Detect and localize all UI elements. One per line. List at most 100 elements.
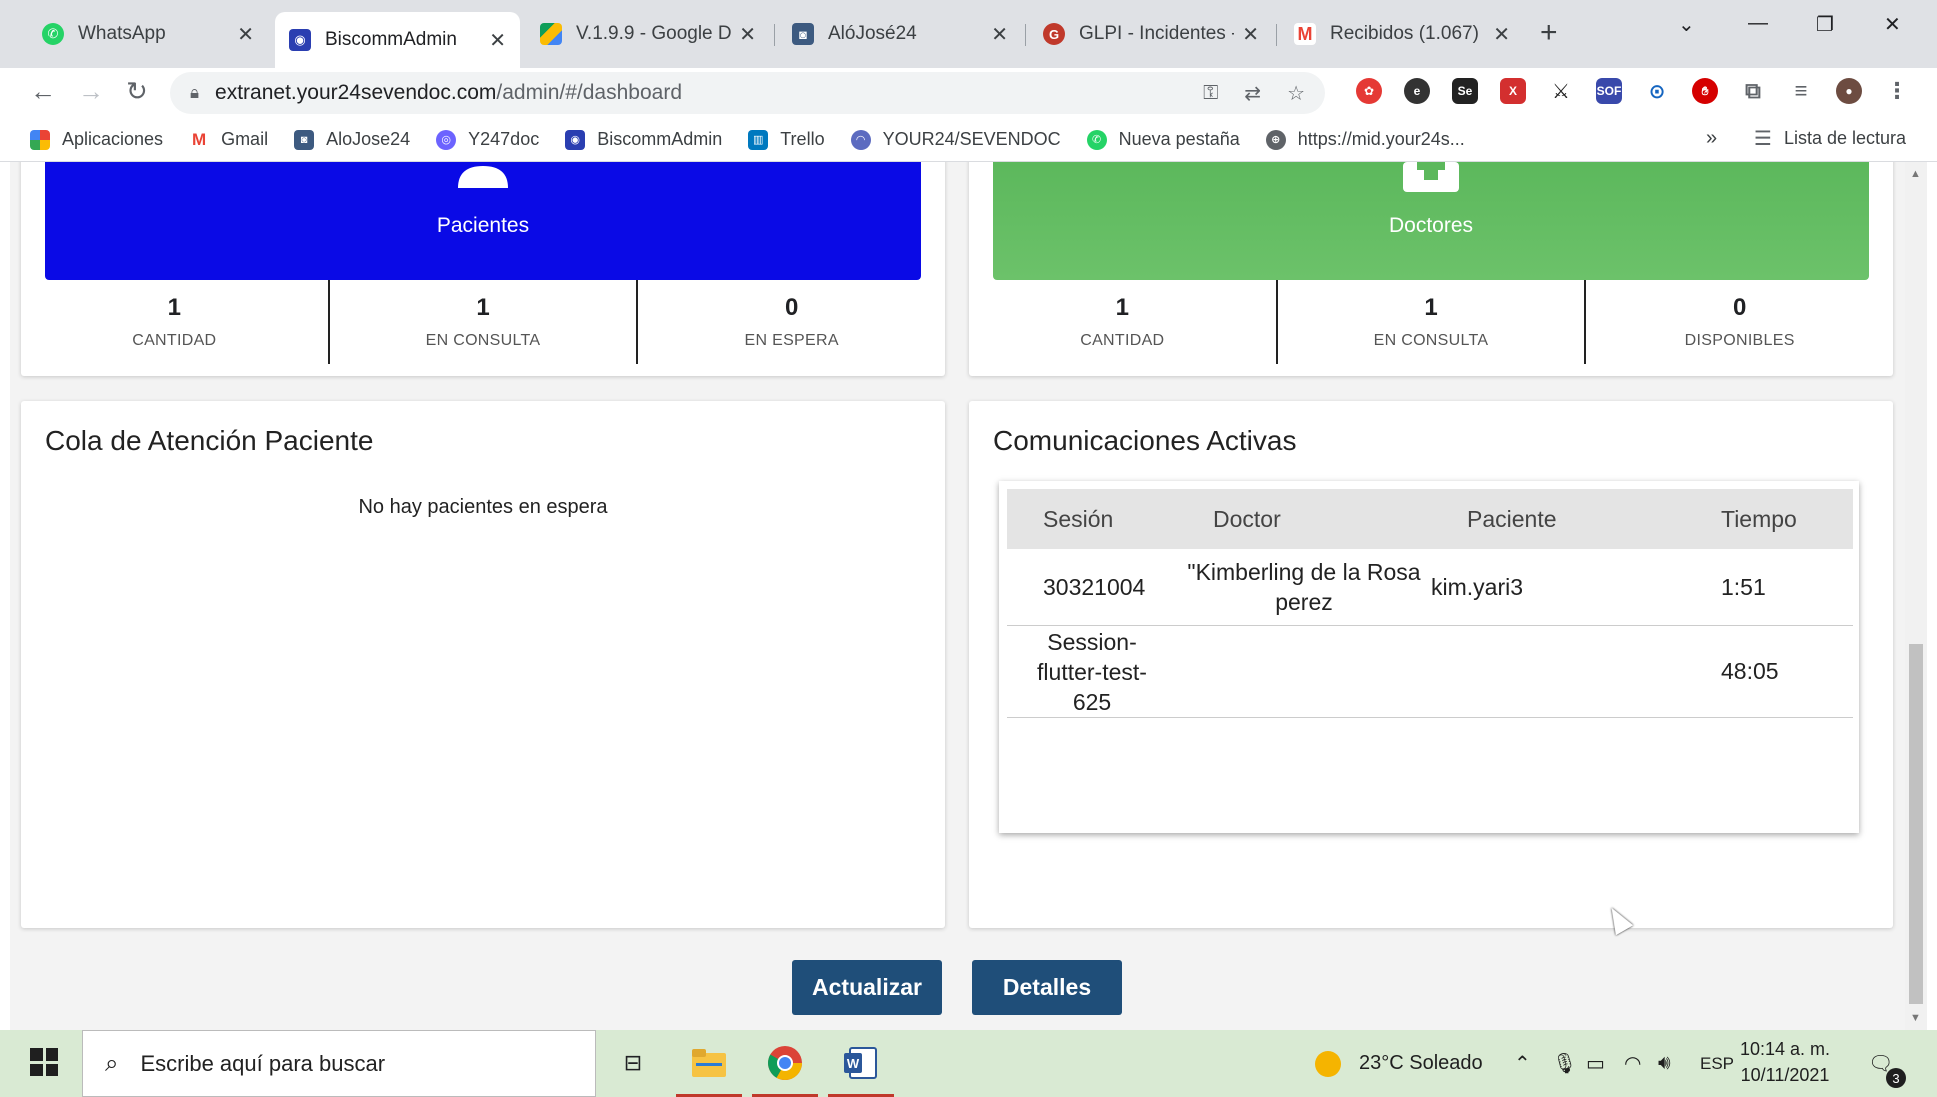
close-icon[interactable]: ✕ xyxy=(991,22,1008,47)
scroll-up-icon[interactable]: ▲ xyxy=(1910,168,1921,180)
close-window-button[interactable]: ✕ xyxy=(1884,12,1901,37)
table-row[interactable]: 30321004 "Kimberling de la Rosa perez ki… xyxy=(1007,549,1853,626)
column-header-session[interactable]: Sesión xyxy=(1007,489,1177,549)
wifi-icon[interactable]: ◠ xyxy=(1624,1030,1641,1097)
refresh-button[interactable]: Actualizar xyxy=(792,960,942,1015)
weather-widget[interactable]: 23°C Soleado xyxy=(1315,1030,1483,1097)
stat-en-consulta: 1 EN CONSULTA xyxy=(1275,280,1585,364)
input-language-indicator[interactable]: ESP xyxy=(1700,1030,1734,1097)
patients-stats: 1 CANTIDAD 1 EN CONSULTA 0 EN ESPERA xyxy=(21,280,945,364)
column-header-patient[interactable]: Paciente xyxy=(1431,489,1685,549)
stat-en-espera: 0 EN ESPERA xyxy=(636,280,945,364)
cell-doctor xyxy=(1177,625,1431,718)
tab-biscommadmin[interactable]: ◉ BiscommAdmin ✕ xyxy=(275,12,520,68)
new-tab-button[interactable]: + xyxy=(1540,16,1558,50)
maximize-button[interactable]: ❐ xyxy=(1816,12,1834,37)
chrome-icon[interactable] xyxy=(752,1042,818,1097)
tab-search-icon[interactable]: ⌄ xyxy=(1678,12,1695,37)
tab-google-drive[interactable]: V.1.9.9 - Google Dri ✕ xyxy=(526,12,770,56)
forward-arrow-icon[interactable]: → xyxy=(78,76,104,107)
back-arrow-icon[interactable]: ← xyxy=(30,76,56,107)
whatsapp-icon: ✆ xyxy=(1086,129,1107,150)
bookmark-star-icon[interactable]: ☆ xyxy=(1287,81,1305,106)
extension-icon[interactable]: ⊙ xyxy=(1644,78,1670,104)
bookmarks-overflow-chevron-icon[interactable]: » xyxy=(1706,127,1717,150)
doctors-summary-card: Doctores 1 CANTIDAD 1 EN CONSULTA 0 DISP… xyxy=(969,162,1893,376)
bookmark-trello[interactable]: ▥ Trello xyxy=(748,129,825,150)
extension-icon[interactable]: X xyxy=(1500,78,1526,104)
battery-icon[interactable]: ▭ xyxy=(1586,1030,1605,1097)
extension-icon[interactable]: Se xyxy=(1452,78,1478,104)
column-header-time[interactable]: Tiempo xyxy=(1685,489,1853,549)
bookmark-gmail[interactable]: M Gmail xyxy=(189,129,268,150)
bookmark-nueva-pestana[interactable]: ✆ Nueva pestaña xyxy=(1086,129,1240,150)
taskbar-search-placeholder: Escribe aquí para buscar xyxy=(140,1050,386,1076)
close-icon[interactable]: ✕ xyxy=(489,28,506,53)
tab-separator xyxy=(774,24,775,46)
translate-icon[interactable]: ⇄ xyxy=(1244,81,1261,106)
reading-list-icon: ☰ xyxy=(1754,128,1772,150)
stat-cantidad: 1 CANTIDAD xyxy=(969,280,1276,364)
bookmark-aplicaciones[interactable]: Aplicaciones xyxy=(30,129,163,150)
media-control-icon[interactable]: ≡ xyxy=(1788,78,1814,104)
extension-icon[interactable]: e xyxy=(1404,78,1430,104)
stat-value: 1 xyxy=(167,294,182,321)
scroll-down-icon[interactable]: ▼ xyxy=(1910,1012,1921,1024)
file-explorer-icon[interactable] xyxy=(676,1042,742,1097)
windows-start-icon[interactable] xyxy=(30,1048,58,1076)
tab-separator xyxy=(1025,24,1026,46)
puzzle-icon[interactable]: ⧉ xyxy=(1740,78,1766,104)
reading-list-button[interactable]: ☰ Lista de lectura xyxy=(1754,126,1906,151)
close-icon[interactable]: ✕ xyxy=(1493,22,1510,47)
bookmark-alojose24[interactable]: ◙ AloJose24 xyxy=(294,129,410,150)
extension-icon[interactable]: ⚔ xyxy=(1548,78,1574,104)
extension-icon[interactable]: SOF xyxy=(1596,78,1622,104)
word-icon[interactable]: W xyxy=(828,1042,894,1097)
bookmark-label: https://mid.your24s... xyxy=(1297,129,1465,149)
column-header-doctor[interactable]: Doctor xyxy=(1177,489,1431,549)
tab-alojose24[interactable]: ◙ AlóJosé24 ✕ xyxy=(778,12,1022,56)
details-button[interactable]: Detalles xyxy=(972,960,1122,1015)
taskbar-search-box[interactable]: ⌕ Escribe aquí para buscar xyxy=(82,1030,596,1097)
task-view-icon[interactable]: ⊟ xyxy=(612,1042,654,1084)
scrollbar-thumb[interactable] xyxy=(1909,644,1923,1004)
url-text[interactable]: extranet.your24sevendoc.com/admin/#/dash… xyxy=(215,81,682,105)
show-hidden-icons-chevron-icon[interactable]: ⌃ xyxy=(1514,1030,1531,1097)
menu-kebab-icon[interactable]: ⋮ xyxy=(1884,78,1910,104)
stat-label: CANTIDAD xyxy=(132,332,217,349)
bookmark-your24sevendoc[interactable]: ◠ YOUR24/SEVENDOC xyxy=(850,129,1061,150)
volume-icon[interactable]: 🔊︎ xyxy=(1658,1030,1671,1097)
reload-icon[interactable]: ↻ xyxy=(126,76,148,107)
table-row[interactable]: Session-flutter-test-625 48:05 xyxy=(1007,625,1853,718)
microphone-icon[interactable]: 🎙︎ xyxy=(1552,1030,1577,1097)
bookmark-biscommadmin[interactable]: ◉ BiscommAdmin xyxy=(565,129,722,150)
tab-gmail[interactable]: M Recibidos (1.067) - ✕ xyxy=(1280,12,1524,56)
cell-patient xyxy=(1431,625,1685,718)
cell-time: 48:05 xyxy=(1685,625,1853,718)
page-scrollbar[interactable]: ▲ ▼ xyxy=(1905,162,1927,1030)
taskbar-clock[interactable]: 10:14 a. m. 10/11/2021 xyxy=(1740,1036,1830,1088)
extension-icon[interactable]: ✿ xyxy=(1356,78,1382,104)
key-icon[interactable]: ⚿ xyxy=(1203,82,1218,105)
tab-whatsapp[interactable]: ✆ WhatsApp ✕ xyxy=(28,12,268,56)
tab-glpi[interactable]: G GLPI - Incidentes - ✕ xyxy=(1029,12,1273,56)
extension-icon[interactable]: ✋︎ xyxy=(1692,78,1718,104)
close-icon[interactable]: ✕ xyxy=(739,22,756,47)
bookmark-label: AloJose24 xyxy=(326,129,411,149)
cell-session: Session-flutter-test-625 xyxy=(1007,625,1177,718)
notifications-button[interactable]: 🗨︎ 3 xyxy=(1868,1030,1906,1097)
minimize-button[interactable]: — xyxy=(1748,12,1768,35)
close-icon[interactable]: ✕ xyxy=(1242,22,1259,47)
bookmark-y247doc[interactable]: ◎ Y247doc xyxy=(436,129,539,150)
doctors-banner: Doctores xyxy=(993,162,1869,280)
cell-time: 1:51 xyxy=(1685,549,1853,626)
address-bar[interactable]: 🔒︎ extranet.your24sevendoc.com/admin/#/d… xyxy=(170,72,1325,114)
lock-icon[interactable]: 🔒︎ xyxy=(190,83,199,103)
tab-separator xyxy=(1276,24,1277,46)
biscomm-icon: ◉ xyxy=(289,29,311,51)
tab-title: GLPI - Incidentes - xyxy=(1079,23,1235,44)
bookmark-mid-your24s[interactable]: ⊕ https://mid.your24s... xyxy=(1265,129,1465,150)
avatar[interactable]: ● xyxy=(1836,78,1862,104)
search-icon: ⌕ xyxy=(105,1049,119,1077)
close-icon[interactable]: ✕ xyxy=(237,22,254,47)
